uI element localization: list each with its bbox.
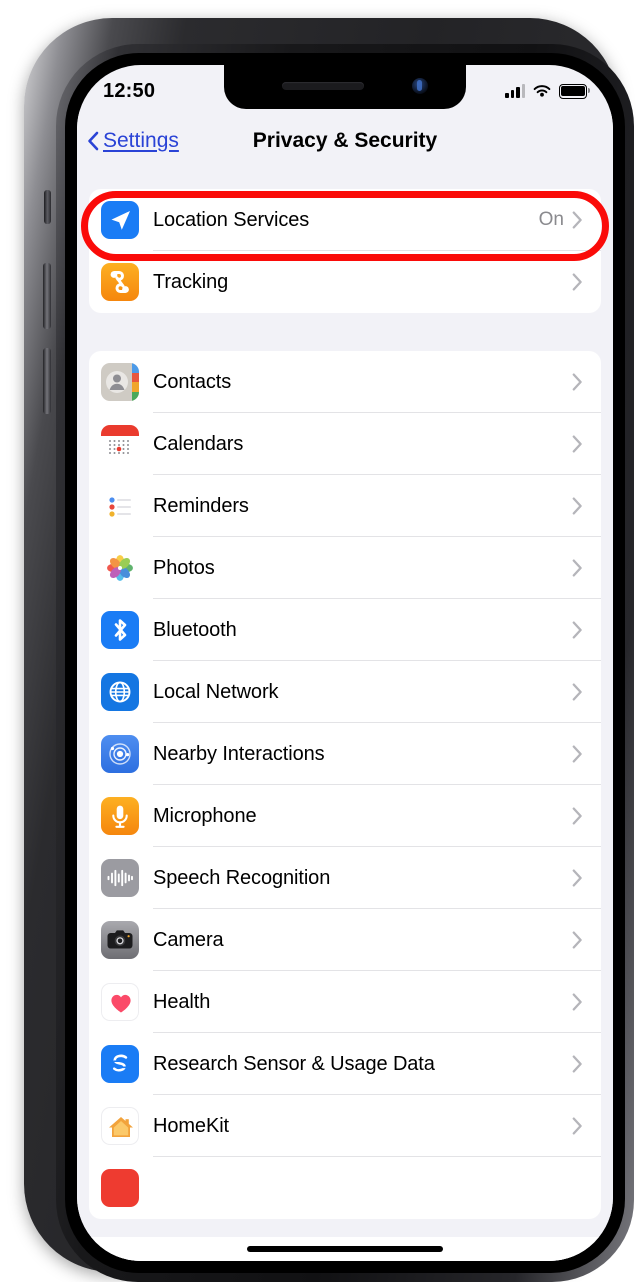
row-contacts[interactable]: Contacts — [89, 351, 601, 413]
microphone-icon — [101, 797, 139, 835]
row-homekit[interactable]: HomeKit — [89, 1095, 601, 1157]
row-label: Microphone — [153, 805, 564, 828]
volume-down-button[interactable] — [43, 348, 51, 414]
row-label: Nearby Interactions — [153, 743, 564, 766]
front-camera-icon — [412, 78, 428, 94]
row-nearby-interactions[interactable]: Nearby Interactions — [89, 723, 601, 785]
chevron-right-icon — [572, 745, 583, 763]
row-label: Camera — [153, 929, 564, 952]
chevron-right-icon — [572, 273, 583, 291]
row-label: Location Services — [153, 209, 539, 232]
globe-icon — [101, 673, 139, 711]
row-tracking[interactable]: Tracking — [89, 251, 601, 313]
row-photos[interactable]: Photos — [89, 537, 601, 599]
earpiece-speaker-icon — [282, 82, 364, 90]
row-calendars[interactable]: Calendars — [89, 413, 601, 475]
contacts-icon — [101, 363, 139, 401]
phone-screen: 12:50 Settings — [77, 65, 613, 1261]
heart-icon — [101, 983, 139, 1021]
row-microphone[interactable]: Microphone — [89, 785, 601, 847]
row-local-network[interactable]: Local Network — [89, 661, 601, 723]
photos-icon — [101, 549, 139, 587]
row-bluetooth[interactable]: Bluetooth — [89, 599, 601, 661]
chevron-left-icon — [87, 131, 99, 151]
calendar-header-bar — [101, 425, 139, 436]
row-label: Bluetooth — [153, 619, 564, 642]
back-to-settings-button[interactable]: Settings — [77, 129, 179, 153]
battery-full-icon — [559, 84, 587, 99]
chevron-right-icon — [572, 931, 583, 949]
app-permissions-section: Contacts — [89, 351, 601, 1219]
top-spacer — [77, 171, 613, 189]
row-label: Photos — [153, 557, 564, 580]
row-location-services[interactable]: Location Services On — [89, 189, 601, 251]
location-arrow-icon — [101, 201, 139, 239]
bluetooth-icon — [101, 611, 139, 649]
settings-scroll-view[interactable]: Location Services On — [77, 171, 613, 1261]
chevron-right-icon — [572, 869, 583, 887]
row-label: Reminders — [153, 495, 564, 518]
partial-app-icon — [101, 1169, 139, 1207]
row-speech-recognition[interactable]: Speech Recognition — [89, 847, 601, 909]
chevron-right-icon — [572, 621, 583, 639]
section-gap — [77, 313, 613, 351]
chevron-right-icon — [572, 1055, 583, 1073]
row-camera[interactable]: Camera — [89, 909, 601, 971]
chevron-right-icon — [572, 497, 583, 515]
row-label: Research Sensor & Usage Data — [153, 1053, 564, 1076]
mute-switch-button[interactable] — [44, 190, 51, 224]
location-section-wrapper: Location Services On — [77, 189, 613, 313]
chevron-right-icon — [572, 435, 583, 453]
row-label: Speech Recognition — [153, 867, 564, 890]
row-label: HomeKit — [153, 1115, 564, 1138]
row-reminders[interactable]: Reminders — [89, 475, 601, 537]
wifi-icon — [532, 84, 552, 99]
chevron-right-icon — [572, 683, 583, 701]
homekit-house-icon — [101, 1107, 139, 1145]
row-label: Contacts — [153, 371, 564, 394]
chevron-right-icon — [572, 1117, 583, 1135]
row-label: Tracking — [153, 271, 564, 294]
volume-up-button[interactable] — [43, 263, 51, 329]
back-label: Settings — [103, 129, 179, 153]
calendar-icon — [101, 425, 139, 463]
camera-icon — [101, 921, 139, 959]
chevron-right-icon — [572, 807, 583, 825]
nearby-interactions-icon — [101, 735, 139, 773]
notch — [224, 65, 466, 109]
chevron-right-icon — [572, 993, 583, 1011]
row-label: Calendars — [153, 433, 564, 456]
chevron-right-icon — [572, 373, 583, 391]
tracking-icon — [101, 263, 139, 301]
row-label: Health — [153, 991, 564, 1014]
row-label: Local Network — [153, 681, 564, 704]
phone-frame: 12:50 Settings — [24, 18, 618, 1272]
row-partial-cutoff[interactable] — [89, 1157, 601, 1219]
screenshot-stage: 12:50 Settings — [0, 0, 642, 1280]
contacts-tab-strip — [132, 363, 139, 401]
cellular-signal-icon — [505, 84, 525, 98]
status-icons — [505, 84, 587, 99]
home-indicator[interactable] — [247, 1246, 443, 1252]
row-health[interactable]: Health — [89, 971, 601, 1033]
research-sensor-icon — [101, 1045, 139, 1083]
row-value: On — [539, 209, 564, 231]
chevron-right-icon — [572, 211, 583, 229]
reminders-icon — [101, 487, 139, 525]
waveform-icon — [101, 859, 139, 897]
chevron-right-icon — [572, 559, 583, 577]
row-research-sensor-usage-data[interactable]: Research Sensor & Usage Data — [89, 1033, 601, 1095]
location-section: Location Services On — [89, 189, 601, 313]
nav-bar: Settings Privacy & Security — [77, 111, 613, 171]
status-time: 12:50 — [103, 80, 155, 103]
